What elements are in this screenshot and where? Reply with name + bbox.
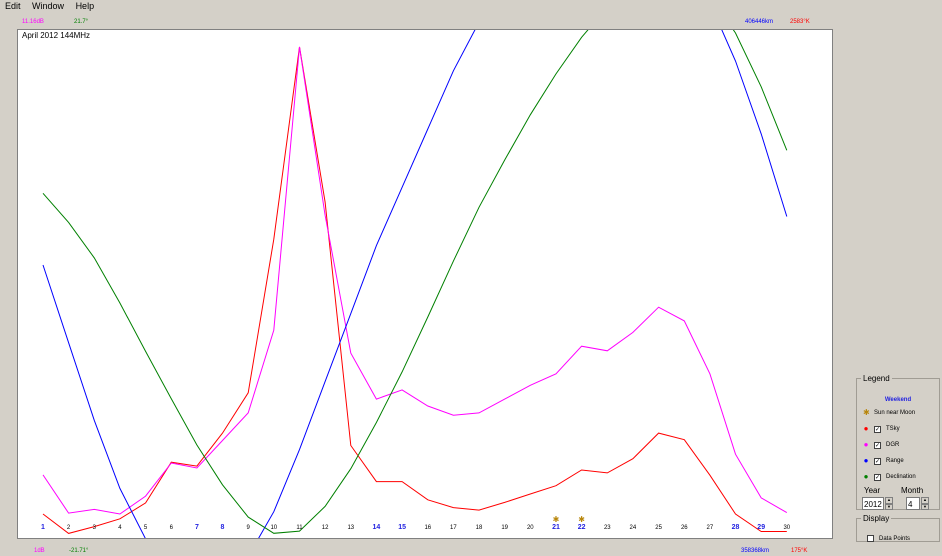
legend-row-tsky: ● ✓ TSky [863, 425, 900, 433]
x-tick-label: 1 [41, 524, 45, 531]
range-label: Range [886, 458, 904, 464]
x-tick-label: 21 [552, 524, 560, 531]
x-tick-label: 26 [681, 525, 688, 531]
tsky-max-label: 2583°K [790, 19, 810, 25]
month-spinner[interactable]: 4 ▲ ▼ [906, 497, 929, 510]
x-tick-label: 23 [604, 525, 611, 531]
range-min-label: 358368km [741, 548, 770, 554]
year-input[interactable]: 2012 [862, 497, 884, 510]
plot-area: 1 2 3 4 5 6 7 8 9 10 11 12 13 14 15 16 17 18 19 20 21 22 23 24 2… [17, 29, 833, 539]
chart-svg: 1 2 3 4 5 6 7 8 9 10 11 12 13 14 15 16 17 18 19 20 21 22 23 24 2… [41, 30, 791, 538]
legend-row-range: ● ✓ Range [863, 457, 904, 465]
display-panel: Display Data Points [856, 514, 940, 542]
sun-near-moon-marker: ✱ [553, 515, 560, 524]
dgr-label: DGR [886, 442, 900, 448]
x-tick-label: 10 [270, 525, 277, 531]
x-tick-label: 28 [732, 524, 740, 531]
year-spinner[interactable]: 2012 ▲ ▼ [862, 497, 893, 510]
x-tick-label: 17 [450, 525, 457, 531]
tsky-label: TSky [886, 426, 900, 432]
declination-checkbox[interactable]: ✓ [874, 473, 881, 481]
x-tick-label: 29 [757, 524, 765, 531]
series-line-range [42, 30, 788, 538]
legend-row-dgr: ● ✓ DGR [863, 441, 899, 449]
declination-min-label: -21.71° [69, 548, 89, 554]
x-tick-label: 4 [118, 525, 122, 531]
month-input[interactable]: 4 [906, 497, 920, 510]
x-tick-label: 27 [707, 525, 714, 531]
x-tick-label: 22 [578, 524, 586, 531]
sun-near-moon-marker: ✱ [578, 515, 585, 524]
month-down-icon[interactable]: ▼ [921, 503, 929, 510]
data-points-label: Data Points [879, 535, 911, 542]
x-tick-label: 24 [630, 525, 637, 531]
x-tick-label: 12 [322, 525, 329, 531]
sun-near-moon-row: ✱ Sun near Moon [863, 409, 915, 417]
declination-dot-icon: ● [863, 472, 869, 481]
tsky-dot-icon: ● [863, 424, 869, 433]
x-tick-label: 30 [783, 525, 790, 531]
x-tick-label: 18 [476, 525, 483, 531]
series-line-dgr [42, 46, 788, 515]
series-line-tsky [42, 46, 787, 534]
range-dot-icon: ● [863, 456, 869, 465]
data-points-checkbox[interactable] [867, 535, 874, 542]
x-tick-label: 9 [247, 525, 251, 531]
menu-window[interactable]: Window [32, 1, 64, 11]
dgr-dot-icon: ● [863, 440, 869, 449]
menu-bar: Edit Window Help [0, 0, 942, 13]
year-down-icon[interactable]: ▼ [885, 503, 893, 510]
data-points-row: Data Points [867, 535, 910, 542]
plot-title: April 2012 144MHz [22, 31, 91, 40]
x-tick-label: 20 [527, 525, 534, 531]
declination-label: Declination [886, 474, 916, 480]
series-line-declination [42, 30, 788, 534]
dgr-min-label: 1dB [34, 548, 45, 554]
menu-edit[interactable]: Edit [5, 1, 21, 11]
x-tick-label: 2 [67, 525, 71, 531]
x-tick-label: 14 [373, 524, 381, 531]
range-checkbox[interactable]: ✓ [874, 457, 881, 465]
range-max-label: 406446km [745, 19, 774, 25]
x-tick-label: 8 [221, 524, 225, 531]
legend-panel: Legend Weekend ✱ Sun near Moon ● ✓ TSky … [856, 374, 940, 510]
menu-help[interactable]: Help [76, 1, 95, 11]
display-title: Display [863, 514, 890, 523]
year-label: Year [864, 486, 881, 495]
dgr-max-label: 11.16dB [22, 19, 44, 25]
tsky-checkbox[interactable]: ✓ [874, 425, 881, 433]
x-tick-label: 25 [655, 525, 662, 531]
declination-max-label: 21.7° [74, 19, 89, 25]
legend-title: Legend [863, 374, 890, 383]
x-tick-label: 15 [398, 524, 406, 531]
x-tick-label: 6 [170, 525, 174, 531]
weekend-label: Weekend [884, 397, 912, 403]
x-tick-label: 11 [296, 525, 303, 531]
x-tick-label: 13 [347, 525, 354, 531]
sun-icon: ✱ [863, 408, 870, 417]
legend-row-declination: ● ✓ Declination [863, 473, 916, 481]
tsky-min-label: 175°K [791, 548, 808, 554]
x-tick-label: 7 [195, 524, 199, 531]
x-tick-label: 5 [144, 525, 148, 531]
month-label: Month [901, 486, 924, 495]
x-tick-label: 19 [501, 525, 508, 531]
dgr-checkbox[interactable]: ✓ [874, 441, 881, 449]
sun-near-moon-label: Sun near Moon [874, 410, 916, 416]
x-tick-label: 16 [424, 525, 431, 531]
